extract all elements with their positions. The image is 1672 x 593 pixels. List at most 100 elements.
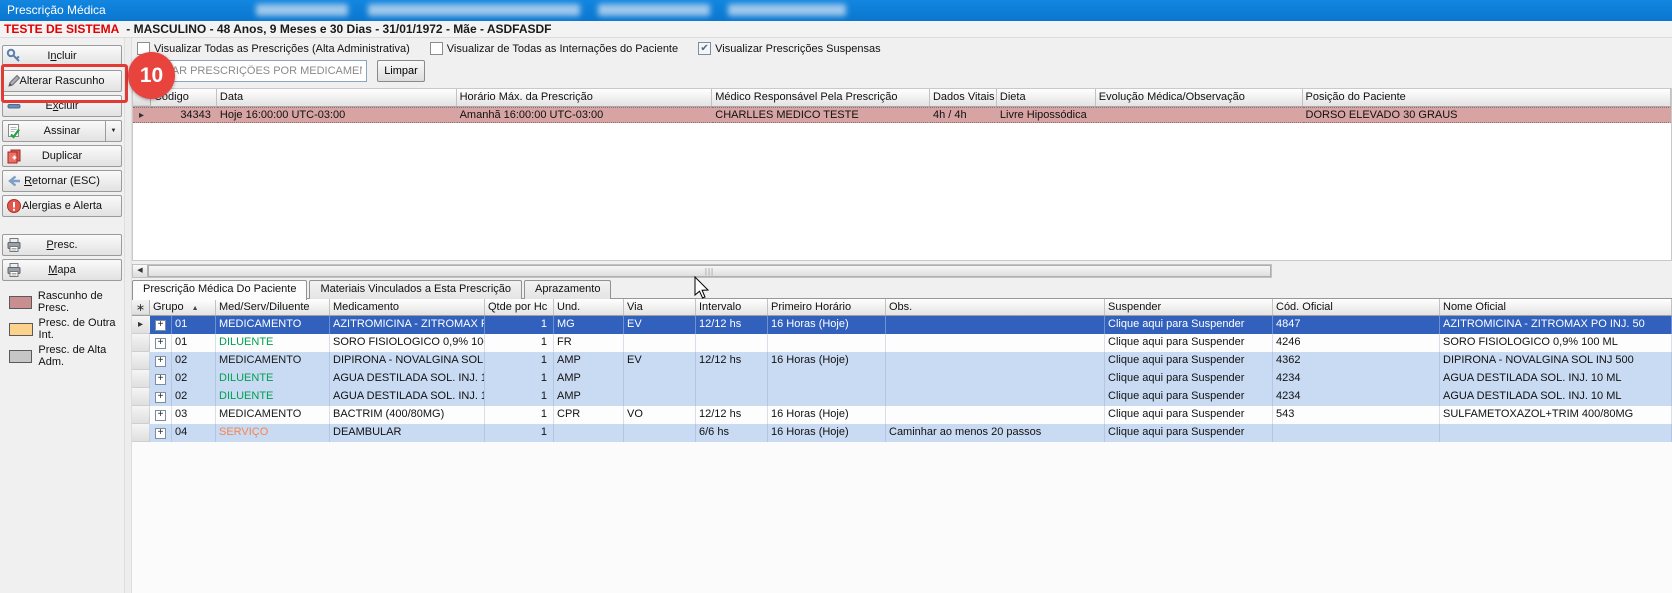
items-table-row[interactable]: +01DILUENTESORO FISIOLOGICO 0,9% 100 ML1… (132, 334, 1672, 352)
column-header[interactable]: Medicamento (330, 299, 485, 315)
sidebar-button-mapa[interactable]: Mapa (2, 259, 122, 281)
column-header[interactable]: Dados Vitais (930, 89, 997, 106)
cell-tipo: DILUENTE (216, 388, 330, 406)
cell-obs (886, 352, 1105, 370)
tab-aprazamento[interactable]: Aprazamento (524, 280, 611, 299)
filter-checkbox[interactable]: ✔Visualizar Prescrições Suspensas (698, 42, 880, 55)
column-header[interactable]: Grupo▲ (150, 299, 216, 315)
sidebar-button-excluir[interactable]: Excluir (2, 95, 122, 117)
items-table-row[interactable]: +02DILUENTEAGUA DESTILADA SOL. INJ. 10 M… (132, 370, 1672, 388)
sidebar-button-label: Duplicar (42, 146, 82, 166)
sidebar-splitter[interactable] (124, 38, 132, 593)
cell-medicamento: AZITROMICINA - ZITROMAX PO (330, 316, 485, 334)
column-header[interactable]: Data (217, 89, 457, 106)
column-header[interactable]: Cód. Oficial (1273, 299, 1440, 315)
cell-nome_oficial: AGUA DESTILADA SOL. INJ. 10 ML (1440, 370, 1672, 388)
sidebar-button-alterar-rascunho[interactable]: Alterar Rascunho (2, 70, 122, 92)
chevron-down-icon[interactable]: ▼ (105, 121, 121, 141)
checkbox-box[interactable]: ✔ (698, 42, 711, 55)
column-header[interactable]: Qtde por Hc (485, 299, 554, 315)
redacted-text (598, 4, 710, 16)
expand-button[interactable]: + (155, 392, 166, 403)
suspend-link[interactable]: Clique aqui para Suspender (1105, 388, 1273, 406)
scrollbar-thumb[interactable]: ||| (148, 265, 1271, 277)
sidebar-button-retornar-esc[interactable]: Retornar (ESC) (2, 170, 122, 192)
suspend-link[interactable]: Clique aqui para Suspender (1105, 334, 1273, 352)
suspend-link[interactable]: Clique aqui para Suspender (1105, 406, 1273, 424)
cell: Livre Hipossódica (997, 107, 1096, 123)
suspend-link[interactable]: Clique aqui para Suspender (1105, 316, 1273, 334)
column-header[interactable]: Dieta (997, 89, 1096, 106)
cell-grupo: 01 (172, 316, 216, 334)
prescriptions-body: ▸34343Hoje 16:00:00 UTC-03:00Amanhã 16:0… (133, 107, 1671, 123)
tab-materiais-vinculados[interactable]: Materiais Vinculados a Esta Prescrição (309, 280, 522, 299)
items-table-row[interactable]: +03MEDICAMENTOBACTRIM (400/80MG)1CPRVO12… (132, 406, 1672, 424)
cell-nome_oficial (1440, 424, 1672, 442)
cell-qtde: 1 (485, 406, 554, 424)
clear-button[interactable]: Limpar (377, 60, 425, 82)
items-table-row[interactable]: +02DILUENTEAGUA DESTILADA SOL. INJ. 10 M… (132, 388, 1672, 406)
column-header[interactable]: Obs. (886, 299, 1105, 315)
tab-prescricao-medica-do-paciente[interactable]: Prescrição Médica Do Paciente (132, 280, 307, 300)
expand-button[interactable]: + (155, 410, 166, 421)
expander-cell: + (150, 406, 172, 424)
cell-medicamento: DIPIRONA - NOVALGINA SOL INJ (330, 352, 485, 370)
arrow-left-icon (6, 173, 22, 189)
sidebar-button-incluir[interactable]: Incluir (2, 45, 122, 67)
expand-button[interactable]: + (155, 428, 166, 439)
filter-checkbox[interactable]: Visualizar de Todas as Internações do Pa… (430, 42, 678, 55)
items-table-row[interactable]: ▸ +01MEDICAMENTOAZITROMICINA - ZITROMAX P… (132, 316, 1672, 334)
filter-checkbox[interactable]: Visualizar Todas as Prescrições (Alta Ad… (137, 42, 410, 55)
column-header[interactable]: Médico Responsável Pela Prescrição (712, 89, 930, 106)
column-header[interactable]: Und. (554, 299, 624, 315)
column-header[interactable]: Med/Serv/Diluente (216, 299, 330, 315)
cell-medicamento: AGUA DESTILADA SOL. INJ. 10 ML (330, 370, 485, 388)
items-table-row[interactable]: +02MEDICAMENTODIPIRONA - NOVALGINA SOL I… (132, 352, 1672, 370)
cell-cod_oficial: 4246 (1273, 334, 1440, 352)
column-header[interactable]: Primeiro Horário (768, 299, 886, 315)
legend-color-swatch (9, 296, 32, 309)
expand-button[interactable]: + (155, 320, 166, 331)
expand-button[interactable]: + (155, 374, 166, 385)
cell-primeiro_horario: 16 Horas (Hoje) (768, 424, 886, 442)
row-indicator (132, 370, 150, 388)
expander-cell: + (150, 370, 172, 388)
cell-grupo: 03 (172, 406, 216, 424)
suspend-link[interactable]: Clique aqui para Suspender (1105, 424, 1273, 442)
cell-tipo: MEDICAMENTO (216, 316, 330, 334)
suspend-link[interactable]: Clique aqui para Suspender (1105, 370, 1273, 388)
column-header[interactable]: Posição do Paciente (1303, 89, 1672, 106)
column-header[interactable]: Horário Máx. da Prescrição (457, 89, 713, 106)
row-indicator: ▸ (132, 316, 150, 334)
sidebar-button-assinar[interactable]: Assinar▼ (2, 120, 122, 142)
column-header[interactable]: Intervalo (696, 299, 768, 315)
legend-label: Rascunho de Presc. (38, 290, 124, 314)
sidebar-button-alergias-e-alerta[interactable]: Alergias e Alerta (2, 195, 122, 217)
horizontal-scrollbar[interactable]: ◀ ||| (132, 264, 1272, 278)
prescription-row[interactable]: ▸34343Hoje 16:00:00 UTC-03:00Amanhã 16:0… (133, 107, 1671, 123)
suspend-link[interactable]: Clique aqui para Suspender (1105, 352, 1273, 370)
checkbox-box[interactable] (430, 42, 443, 55)
column-header[interactable]: Via (624, 299, 696, 315)
cell-primeiro_horario: 16 Horas (Hoje) (768, 352, 886, 370)
cell-tipo: DILUENTE (216, 334, 330, 352)
main-area: Visualizar Todas as Prescrições (Alta Ad… (132, 38, 1672, 593)
cell-intervalo: 6/6 hs (696, 424, 768, 442)
column-header[interactable]: Suspender (1105, 299, 1273, 315)
scroll-left-icon[interactable]: ◀ (133, 265, 148, 277)
sidebar-button-presc[interactable]: Presc. (2, 234, 122, 256)
cell-grupo: 04 (172, 424, 216, 442)
sidebar-button-duplicar[interactable]: Duplicar (2, 145, 122, 167)
cell-grupo: 02 (172, 370, 216, 388)
duplicate-icon (6, 148, 22, 164)
column-header[interactable]: Nome Oficial (1440, 299, 1672, 315)
expand-button[interactable]: + (155, 356, 166, 367)
column-header[interactable]: Evolução Médica/Observação (1096, 89, 1303, 106)
expand-button[interactable]: + (155, 338, 166, 349)
cell-primeiro_horario (768, 334, 886, 352)
cell-nome_oficial: SORO FISIOLOGICO 0,9% 100 ML (1440, 334, 1672, 352)
cell-cod_oficial: 4847 (1273, 316, 1440, 334)
cell-obs (886, 316, 1105, 334)
printer-icon (6, 237, 22, 253)
items-table-row[interactable]: +04SERVIÇODEAMBULAR16/6 hs16 Horas (Hoje… (132, 424, 1672, 442)
